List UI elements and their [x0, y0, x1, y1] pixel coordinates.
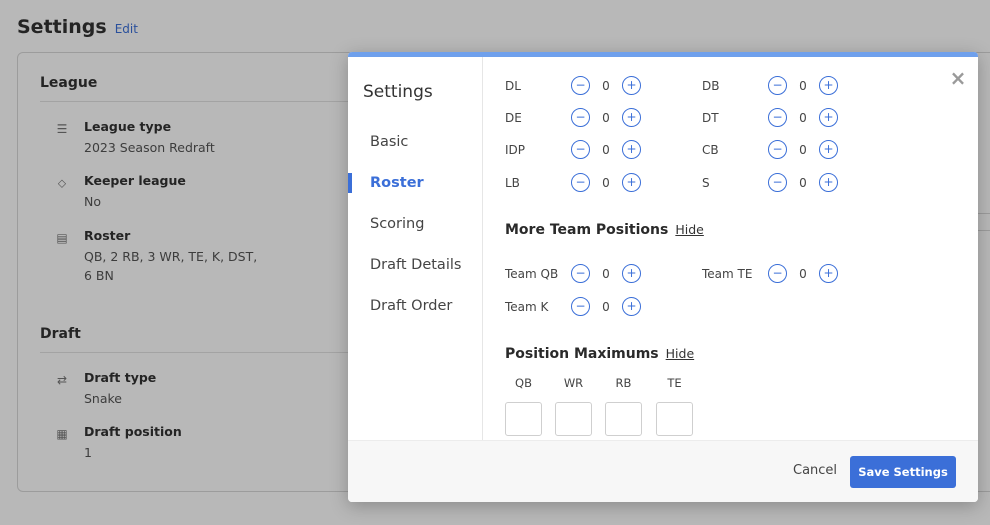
max-input-wr[interactable]: [555, 402, 592, 436]
settings-nav: Settings Basic Roster Scoring Draft Deta…: [348, 57, 483, 440]
save-settings-button[interactable]: Save Settings: [850, 456, 956, 488]
max-label-qb: QB: [515, 376, 532, 390]
position-row-idp: IDP − 0 +: [505, 140, 641, 159]
position-count: 0: [602, 110, 610, 125]
position-label: DL: [505, 78, 521, 93]
increment-button[interactable]: +: [622, 297, 641, 316]
decrement-button[interactable]: −: [768, 76, 787, 95]
position-count: 0: [799, 266, 807, 281]
increment-button[interactable]: +: [819, 140, 838, 159]
roster-settings-content: DL − 0 + DB − 0 + DE − 0 + DT − 0 + IDP …: [484, 57, 978, 440]
nav-item-draft-details[interactable]: Draft Details: [370, 257, 461, 273]
more-team-positions-heading: More Team Positions Hide: [505, 222, 704, 238]
position-maximums-heading: Position Maximums Hide: [505, 346, 694, 362]
modal-footer: Cancel Save Settings: [348, 440, 978, 502]
increment-button[interactable]: +: [622, 108, 641, 127]
position-count: 0: [799, 175, 807, 190]
position-count: 0: [799, 142, 807, 157]
max-input-te[interactable]: [656, 402, 693, 436]
increment-button[interactable]: +: [622, 76, 641, 95]
position-label: Team TE: [702, 266, 753, 281]
position-label: IDP: [505, 142, 526, 157]
position-row-dl: DL − 0 +: [505, 76, 641, 95]
position-label: Team K: [505, 299, 549, 314]
position-label: CB: [702, 142, 719, 157]
decrement-button[interactable]: −: [768, 173, 787, 192]
position-label: S: [702, 175, 710, 190]
increment-button[interactable]: +: [622, 173, 641, 192]
position-count: 0: [602, 175, 610, 190]
nav-item-roster[interactable]: Roster: [370, 175, 424, 191]
cancel-button[interactable]: Cancel: [793, 463, 837, 478]
decrement-button[interactable]: −: [768, 264, 787, 283]
position-row-db: DB − 0 +: [702, 76, 838, 95]
position-row-cb: CB − 0 +: [702, 140, 838, 159]
position-label: DT: [702, 110, 719, 125]
increment-button[interactable]: +: [819, 264, 838, 283]
modal-title: Settings: [363, 82, 433, 102]
position-maximums-title: Position Maximums: [505, 346, 659, 362]
max-label-wr: WR: [563, 376, 584, 390]
position-count: 0: [602, 78, 610, 93]
increment-button[interactable]: +: [819, 108, 838, 127]
decrement-button[interactable]: −: [768, 140, 787, 159]
position-count: 0: [799, 78, 807, 93]
active-nav-indicator: [348, 173, 352, 193]
position-row-de: DE − 0 +: [505, 108, 641, 127]
position-count: 0: [799, 110, 807, 125]
position-row-dt: DT − 0 +: [702, 108, 838, 127]
position-row-s: S − 0 +: [702, 173, 838, 192]
settings-modal: Settings Basic Roster Scoring Draft Deta…: [348, 52, 978, 502]
decrement-button[interactable]: −: [571, 297, 590, 316]
increment-button[interactable]: +: [819, 173, 838, 192]
position-count: 0: [602, 266, 610, 281]
decrement-button[interactable]: −: [768, 108, 787, 127]
position-row-team-te: Team TE − 0 +: [702, 264, 838, 283]
position-row-lb: LB − 0 +: [505, 173, 641, 192]
max-label-te: TE: [667, 376, 682, 390]
position-count: 0: [602, 299, 610, 314]
position-count: 0: [602, 142, 610, 157]
position-row-team-k: Team K − 0 +: [505, 297, 641, 316]
nav-item-basic[interactable]: Basic: [370, 134, 408, 150]
position-label: LB: [505, 175, 520, 190]
decrement-button[interactable]: −: [571, 76, 590, 95]
position-label: DB: [702, 78, 720, 93]
position-label: DE: [505, 110, 522, 125]
decrement-button[interactable]: −: [571, 264, 590, 283]
decrement-button[interactable]: −: [571, 108, 590, 127]
increment-button[interactable]: +: [819, 76, 838, 95]
decrement-button[interactable]: −: [571, 173, 590, 192]
max-label-rb: RB: [615, 376, 632, 390]
more-team-positions-title: More Team Positions: [505, 222, 669, 238]
max-input-rb[interactable]: [605, 402, 642, 436]
nav-item-scoring[interactable]: Scoring: [370, 216, 424, 232]
position-label: Team QB: [505, 266, 559, 281]
hide-team-positions-link[interactable]: Hide: [675, 222, 704, 237]
max-input-qb[interactable]: [505, 402, 542, 436]
position-row-team-qb: Team QB − 0 +: [505, 264, 641, 283]
decrement-button[interactable]: −: [571, 140, 590, 159]
increment-button[interactable]: +: [622, 264, 641, 283]
hide-position-maximums-link[interactable]: Hide: [666, 346, 695, 361]
increment-button[interactable]: +: [622, 140, 641, 159]
nav-item-draft-order[interactable]: Draft Order: [370, 298, 452, 314]
